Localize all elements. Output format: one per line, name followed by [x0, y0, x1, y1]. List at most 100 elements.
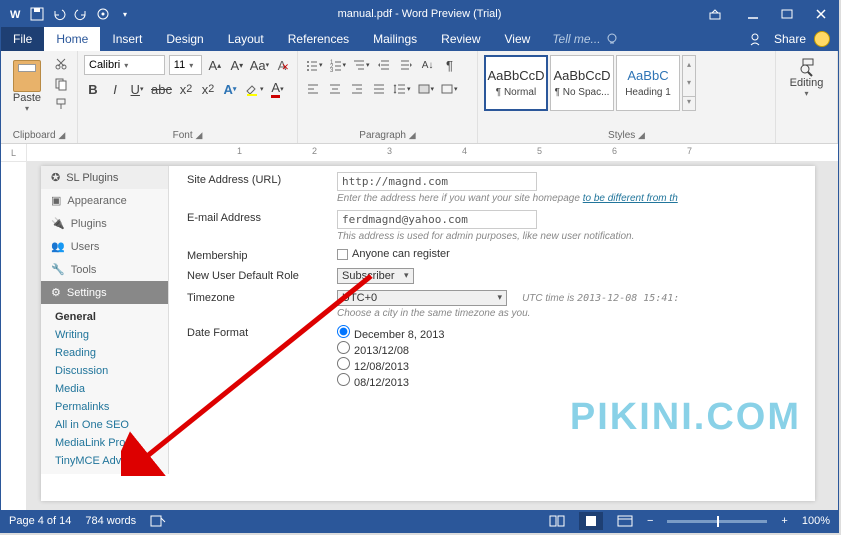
submenu-reading[interactable]: Reading: [51, 344, 168, 362]
document-page[interactable]: ✪SL Plugins ▣Appearance 🔌Plugins 👥Users …: [41, 166, 815, 501]
submenu-media[interactable]: Media: [51, 380, 168, 398]
align-right-icon[interactable]: [348, 79, 366, 99]
text-effects-icon[interactable]: A▾: [221, 79, 239, 99]
tz-select[interactable]: UTC+0: [337, 290, 507, 306]
shrink-font-icon[interactable]: A▾: [228, 55, 246, 75]
role-select[interactable]: Subscriber: [337, 268, 414, 284]
feedback-smiley-icon[interactable]: [814, 31, 830, 47]
subscript-button[interactable]: x2: [177, 79, 195, 99]
clear-formatting-icon[interactable]: A✕: [273, 55, 291, 75]
df-radio-1[interactable]: [337, 341, 350, 354]
clipboard-launcher-icon[interactable]: ◢: [58, 130, 65, 140]
find-icon[interactable]: [796, 55, 818, 77]
font-name-combo[interactable]: Calibri▾: [84, 55, 165, 75]
submenu-permalinks[interactable]: Permalinks: [51, 398, 168, 416]
line-spacing-icon[interactable]: ▾: [392, 79, 412, 99]
underline-button[interactable]: U▾: [128, 79, 146, 99]
copy-icon[interactable]: [51, 75, 71, 93]
submenu-allinoneseo[interactable]: All in One SEO: [51, 416, 168, 434]
zoom-in-button[interactable]: +: [781, 515, 787, 527]
zoom-slider[interactable]: [667, 520, 767, 523]
df-radio-3[interactable]: [337, 373, 350, 386]
zoom-level[interactable]: 100%: [802, 515, 830, 527]
word-count[interactable]: 784 words: [85, 515, 136, 527]
submenu-writing[interactable]: Writing: [51, 326, 168, 344]
tab-references[interactable]: References: [276, 27, 361, 51]
paste-button[interactable]: Paste ▾: [7, 60, 47, 113]
df-radio-0[interactable]: [337, 325, 350, 338]
style-normal[interactable]: AaBbCcD ¶ Normal: [484, 55, 548, 111]
horizontal-ruler[interactable]: 1 2 3 4 5 6 7: [27, 144, 838, 161]
read-mode-icon[interactable]: [549, 514, 565, 528]
siteaddr-input[interactable]: http://magnd.com: [337, 172, 537, 191]
cut-icon[interactable]: [51, 55, 71, 73]
bold-button[interactable]: B: [84, 79, 102, 99]
vertical-ruler[interactable]: [1, 162, 27, 510]
justify-icon[interactable]: [370, 79, 388, 99]
sidebar-item-plugins[interactable]: 🔌Plugins: [41, 212, 168, 235]
style-heading-1[interactable]: AaBbC Heading 1: [616, 55, 680, 111]
increase-indent-icon[interactable]: [397, 55, 415, 75]
styles-launcher-icon[interactable]: ◢: [638, 130, 645, 140]
spellcheck-icon[interactable]: [150, 514, 166, 528]
submenu-medialinkpro[interactable]: MediaLink Pro: [51, 434, 168, 452]
tab-view[interactable]: View: [493, 27, 543, 51]
align-left-icon[interactable]: [304, 79, 322, 99]
tab-design[interactable]: Design: [154, 27, 215, 51]
show-marks-icon[interactable]: ¶: [441, 55, 459, 75]
decrease-indent-icon[interactable]: [375, 55, 393, 75]
multilevel-list-icon[interactable]: ▾: [351, 55, 371, 75]
styles-gallery-expand[interactable]: ▴ ▾ ▾: [682, 55, 696, 111]
sidebar-item-appearance[interactable]: ▣Appearance: [41, 189, 168, 212]
submenu-discussion[interactable]: Discussion: [51, 362, 168, 380]
italic-button[interactable]: I: [106, 79, 124, 99]
save-icon[interactable]: [29, 6, 45, 22]
paragraph-launcher-icon[interactable]: ◢: [409, 130, 416, 140]
df-radio-2[interactable]: [337, 357, 350, 370]
shading-icon[interactable]: ▾: [416, 79, 436, 99]
change-case-icon[interactable]: Aa▾: [250, 55, 269, 75]
web-layout-icon[interactable]: [617, 514, 633, 528]
siteaddr-hint-link[interactable]: to be different from th: [583, 193, 678, 204]
align-center-icon[interactable]: [326, 79, 344, 99]
undo-icon[interactable]: [51, 6, 67, 22]
maximize-button[interactable]: [770, 1, 804, 27]
tab-mailings[interactable]: Mailings: [361, 27, 429, 51]
numbering-icon[interactable]: 123▾: [328, 55, 348, 75]
close-button[interactable]: [804, 1, 838, 27]
grow-font-icon[interactable]: A▴: [206, 55, 224, 75]
bullets-icon[interactable]: ▾: [304, 55, 324, 75]
style-no-spacing[interactable]: AaBbCcD ¶ No Spac...: [550, 55, 614, 111]
sidebar-item-sl-plugins[interactable]: ✪SL Plugins: [41, 166, 168, 189]
tab-review[interactable]: Review: [429, 27, 492, 51]
print-layout-icon[interactable]: [579, 512, 603, 530]
page-indicator[interactable]: Page 4 of 14: [9, 515, 71, 527]
tab-insert[interactable]: Insert: [100, 27, 154, 51]
tab-file[interactable]: File: [1, 27, 44, 51]
format-painter-icon[interactable]: [51, 95, 71, 113]
sidebar-item-tools[interactable]: 🔧Tools: [41, 258, 168, 281]
sort-icon[interactable]: A↓: [419, 55, 437, 75]
ribbon-options-icon[interactable]: [698, 1, 732, 27]
strikethrough-button[interactable]: abc: [150, 79, 173, 99]
tell-me-box[interactable]: Tell me...: [552, 27, 618, 51]
superscript-button[interactable]: x2: [199, 79, 217, 99]
tab-home[interactable]: Home: [44, 27, 100, 51]
sidebar-item-users[interactable]: 👥Users: [41, 235, 168, 258]
email-input[interactable]: ferdmagnd@yahoo.com: [337, 210, 537, 229]
zoom-out-button[interactable]: −: [647, 515, 653, 527]
font-size-combo[interactable]: 11▾: [169, 55, 202, 75]
membership-checkbox[interactable]: [337, 249, 348, 260]
sidebar-item-settings[interactable]: ⚙Settings: [41, 281, 168, 304]
font-color-icon[interactable]: A▾: [268, 79, 286, 99]
share-button[interactable]: Share: [774, 32, 806, 46]
borders-icon[interactable]: ▾: [439, 79, 459, 99]
redo-icon[interactable]: [73, 6, 89, 22]
touch-mode-icon[interactable]: [95, 6, 111, 22]
font-launcher-icon[interactable]: ◢: [195, 130, 202, 140]
submenu-general[interactable]: General: [51, 308, 168, 326]
qat-dropdown-icon[interactable]: ▾: [117, 6, 133, 22]
submenu-tinymce[interactable]: TinyMCE Advanced: [51, 452, 168, 470]
account-icon[interactable]: [750, 32, 766, 46]
tab-layout[interactable]: Layout: [216, 27, 276, 51]
